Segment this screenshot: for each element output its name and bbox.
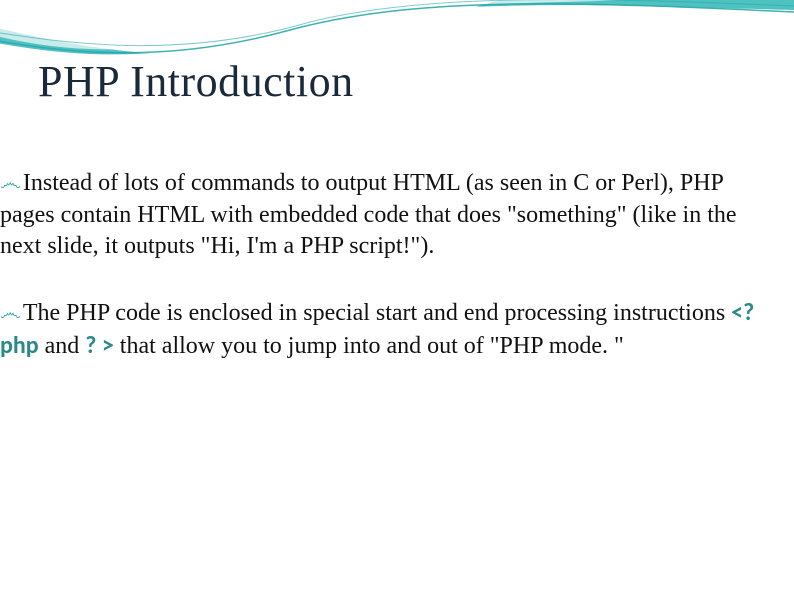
paragraph-text-post: that allow you to jump into and out of "… (114, 333, 624, 359)
slide-body: ෴Instead of lots of commands to output H… (0, 168, 774, 396)
bullet-paragraph: ෴The PHP code is enclosed in special sta… (0, 297, 770, 362)
bullet-paragraph: ෴Instead of lots of commands to output H… (0, 168, 770, 263)
bullet-icon: ෴ (0, 298, 21, 327)
php-close-tag: ? > (85, 331, 114, 360)
slide-title: PHP Introduction (38, 56, 354, 107)
slide: PHP Introduction ෴Instead of lots of com… (0, 0, 794, 595)
paragraph-text-pre: The PHP code is enclosed in special star… (23, 300, 731, 326)
paragraph-text-mid: and (39, 333, 86, 359)
bullet-icon: ෴ (0, 168, 21, 197)
paragraph-text: Instead of lots of commands to output HT… (0, 170, 737, 259)
